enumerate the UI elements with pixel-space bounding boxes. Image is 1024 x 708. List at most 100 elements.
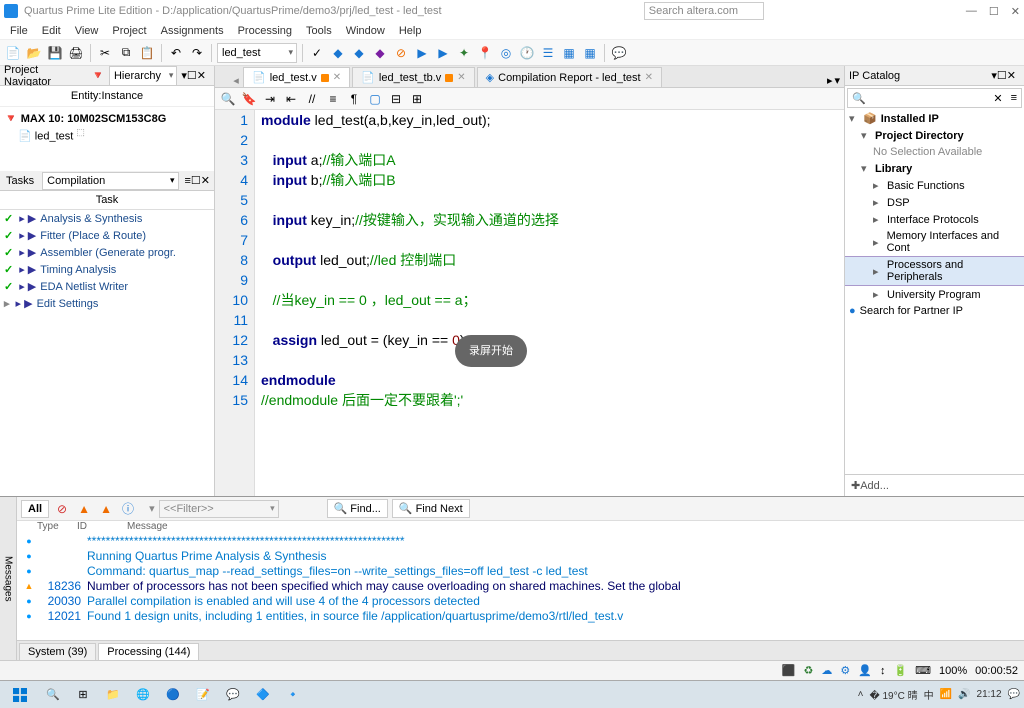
- ip-search-input[interactable]: 🔍 ✕ ≡: [847, 88, 1022, 108]
- menu-assignments[interactable]: Assignments: [155, 23, 230, 39]
- tab-scroll-right-icon[interactable]: ▸: [827, 74, 833, 87]
- rtl-viewer-icon[interactable]: ▦: [581, 44, 599, 62]
- message-row[interactable]: ●12021Found 1 design units, including 1 …: [21, 609, 1020, 624]
- timing-icon[interactable]: ✦: [455, 44, 473, 62]
- taskbar-taskview-icon[interactable]: ⊞: [70, 683, 96, 707]
- ip-item-processors[interactable]: ▸Processors and Peripherals: [845, 256, 1024, 286]
- ed-template-icon[interactable]: ▢: [366, 90, 384, 108]
- ip-item-dsp[interactable]: ▸DSP: [845, 194, 1024, 211]
- tab-led-test[interactable]: 📄 led_test.v ✕: [243, 67, 350, 87]
- menu-view[interactable]: View: [69, 23, 105, 39]
- ip-item-basic[interactable]: ▸Basic Functions: [845, 177, 1024, 194]
- task-item[interactable]: ✓▸ ▶Assembler (Generate progr.: [0, 244, 214, 261]
- ed-bookmark-icon[interactable]: 🔖: [240, 90, 258, 108]
- task-item[interactable]: ✓▸ ▶EDA Netlist Writer: [0, 278, 214, 295]
- source-text[interactable]: module led_test(a,b,key_in,led_out); inp…: [255, 110, 844, 496]
- msg-filter-all[interactable]: All: [21, 500, 49, 518]
- msg-filter-warn-icon[interactable]: ▲: [75, 500, 93, 518]
- ed-indent-icon[interactable]: ⇥: [261, 90, 279, 108]
- zoom-level[interactable]: 100%: [939, 665, 967, 677]
- ed-find-icon[interactable]: 🔍: [219, 90, 237, 108]
- taskbar-notepad-icon[interactable]: 📝: [190, 683, 216, 707]
- task-item[interactable]: ✓▸ ▶Analysis & Synthesis: [0, 210, 214, 227]
- tab-close-icon[interactable]: ✕: [333, 72, 341, 83]
- tray-volume-icon[interactable]: 🔊: [958, 689, 970, 700]
- minimize-button[interactable]: —: [966, 5, 977, 18]
- message-row[interactable]: ●Running Quartus Prime Analysis & Synthe…: [21, 549, 1020, 564]
- menu-edit[interactable]: Edit: [36, 23, 67, 39]
- taskbar-edge-icon[interactable]: 🌐: [130, 683, 156, 707]
- panel-options-icon[interactable]: ▾☐✕: [177, 69, 210, 82]
- msg-filter-input[interactable]: <<Filter>>: [159, 500, 279, 518]
- msg-filter-error-icon[interactable]: ⊘: [53, 500, 71, 518]
- new-file-icon[interactable]: 📄: [4, 44, 22, 62]
- tab-scroll-left-icon[interactable]: ◂: [229, 74, 243, 87]
- msg-tab-system[interactable]: System (39): [19, 643, 96, 660]
- ed-uncomment-icon[interactable]: ≡: [324, 90, 342, 108]
- close-button[interactable]: ✕: [1011, 5, 1020, 18]
- tray-notifications-icon[interactable]: 💬: [1008, 689, 1020, 700]
- fitter-icon[interactable]: ◆: [371, 44, 389, 62]
- ip-library-node[interactable]: ▾Library: [845, 160, 1024, 177]
- clear-search-icon[interactable]: ✕: [989, 92, 1006, 105]
- menu-help[interactable]: Help: [393, 23, 428, 39]
- tray-network-icon[interactable]: 📶: [940, 689, 952, 700]
- taskbar-chrome-icon[interactable]: 🔵: [160, 683, 186, 707]
- open-file-icon[interactable]: 📂: [25, 44, 43, 62]
- tab-list-icon[interactable]: ▾: [834, 74, 840, 87]
- search-options-icon[interactable]: ≡: [1007, 92, 1021, 104]
- ip-installed-node[interactable]: ▾📦 Installed IP: [845, 110, 1024, 127]
- msg-filter-info-icon[interactable]: ⓘ: [119, 500, 137, 518]
- hierarchy-select[interactable]: Hierarchy: [109, 66, 177, 86]
- settings-icon[interactable]: ✓: [308, 44, 326, 62]
- maximize-button[interactable]: ☐: [989, 5, 999, 18]
- ip-project-dir-node[interactable]: ▾Project Directory: [845, 127, 1024, 144]
- message-row[interactable]: ●***************************************…: [21, 534, 1020, 549]
- ed-expand-icon[interactable]: ⊞: [408, 90, 426, 108]
- taskbar-wechat-icon[interactable]: 💬: [220, 683, 246, 707]
- msg-tab-processing[interactable]: Processing (144): [98, 643, 199, 660]
- ed-comment-icon[interactable]: //: [303, 90, 321, 108]
- task-item[interactable]: ✓▸ ▶Fitter (Place & Route): [0, 227, 214, 244]
- report-icon[interactable]: ☰: [539, 44, 557, 62]
- pin-icon[interactable]: 📍: [476, 44, 494, 62]
- root-module-node[interactable]: 📄 led_test ⬚: [4, 126, 210, 144]
- message-row[interactable]: ●Command: quartus_map --read_settings_fi…: [21, 564, 1020, 579]
- weather-widget[interactable]: � 19°C 晴: [869, 687, 917, 702]
- taskbar-search-icon[interactable]: 🔍: [40, 683, 66, 707]
- msg-find-button[interactable]: 🔍 Find...: [327, 499, 388, 518]
- start-button[interactable]: [4, 683, 36, 707]
- programmer-icon[interactable]: ▦: [560, 44, 578, 62]
- messages-vtab[interactable]: Messages: [0, 497, 17, 660]
- task-item[interactable]: ▸▸ ▶Edit Settings: [0, 295, 214, 312]
- device-node[interactable]: 🔻 MAX 10: 10M02SCM153C8G: [4, 111, 210, 126]
- tasks-flow-select[interactable]: Compilation: [42, 172, 178, 190]
- ip-item-memory[interactable]: ▸Memory Interfaces and Cont: [845, 228, 1024, 256]
- analyze-icon[interactable]: ◆: [350, 44, 368, 62]
- tab-close-icon[interactable]: ✕: [457, 72, 465, 83]
- menu-processing[interactable]: Processing: [232, 23, 298, 39]
- help-search-input[interactable]: Search altera.com: [644, 2, 764, 20]
- tray-up-icon[interactable]: ˄: [858, 689, 864, 700]
- msg-find-next-button[interactable]: 🔍 Find Next: [392, 499, 470, 518]
- tab-close-icon[interactable]: ✕: [645, 72, 653, 83]
- taskbar-app-icon[interactable]: 🔷: [250, 683, 276, 707]
- ed-outdent-icon[interactable]: ⇤: [282, 90, 300, 108]
- tab-compilation-report[interactable]: ◈ Compilation Report - led_test ✕: [477, 67, 662, 87]
- ip-add-button[interactable]: ✚ Add...: [845, 474, 1024, 496]
- menu-project[interactable]: Project: [106, 23, 152, 39]
- play-icon[interactable]: ▶: [413, 44, 431, 62]
- clock-icon[interactable]: 🕐: [518, 44, 536, 62]
- menu-tools[interactable]: Tools: [300, 23, 338, 39]
- tray-clock[interactable]: 21:12: [977, 689, 1002, 700]
- ip-item-university[interactable]: ▸University Program: [845, 286, 1024, 303]
- stop-icon[interactable]: ⊘: [392, 44, 410, 62]
- tab-led-test-tb[interactable]: 📄 led_test_tb.v ✕: [352, 67, 474, 87]
- msg-filter-crit-icon[interactable]: ▲: [97, 500, 115, 518]
- chip-icon[interactable]: ◎: [497, 44, 515, 62]
- menu-window[interactable]: Window: [340, 23, 391, 39]
- cut-icon[interactable]: ✂: [96, 44, 114, 62]
- ip-item-interface[interactable]: ▸Interface Protocols: [845, 211, 1024, 228]
- replay-icon[interactable]: ▶: [434, 44, 452, 62]
- message-row[interactable]: ▲18236Number of processors has not been …: [21, 579, 1020, 594]
